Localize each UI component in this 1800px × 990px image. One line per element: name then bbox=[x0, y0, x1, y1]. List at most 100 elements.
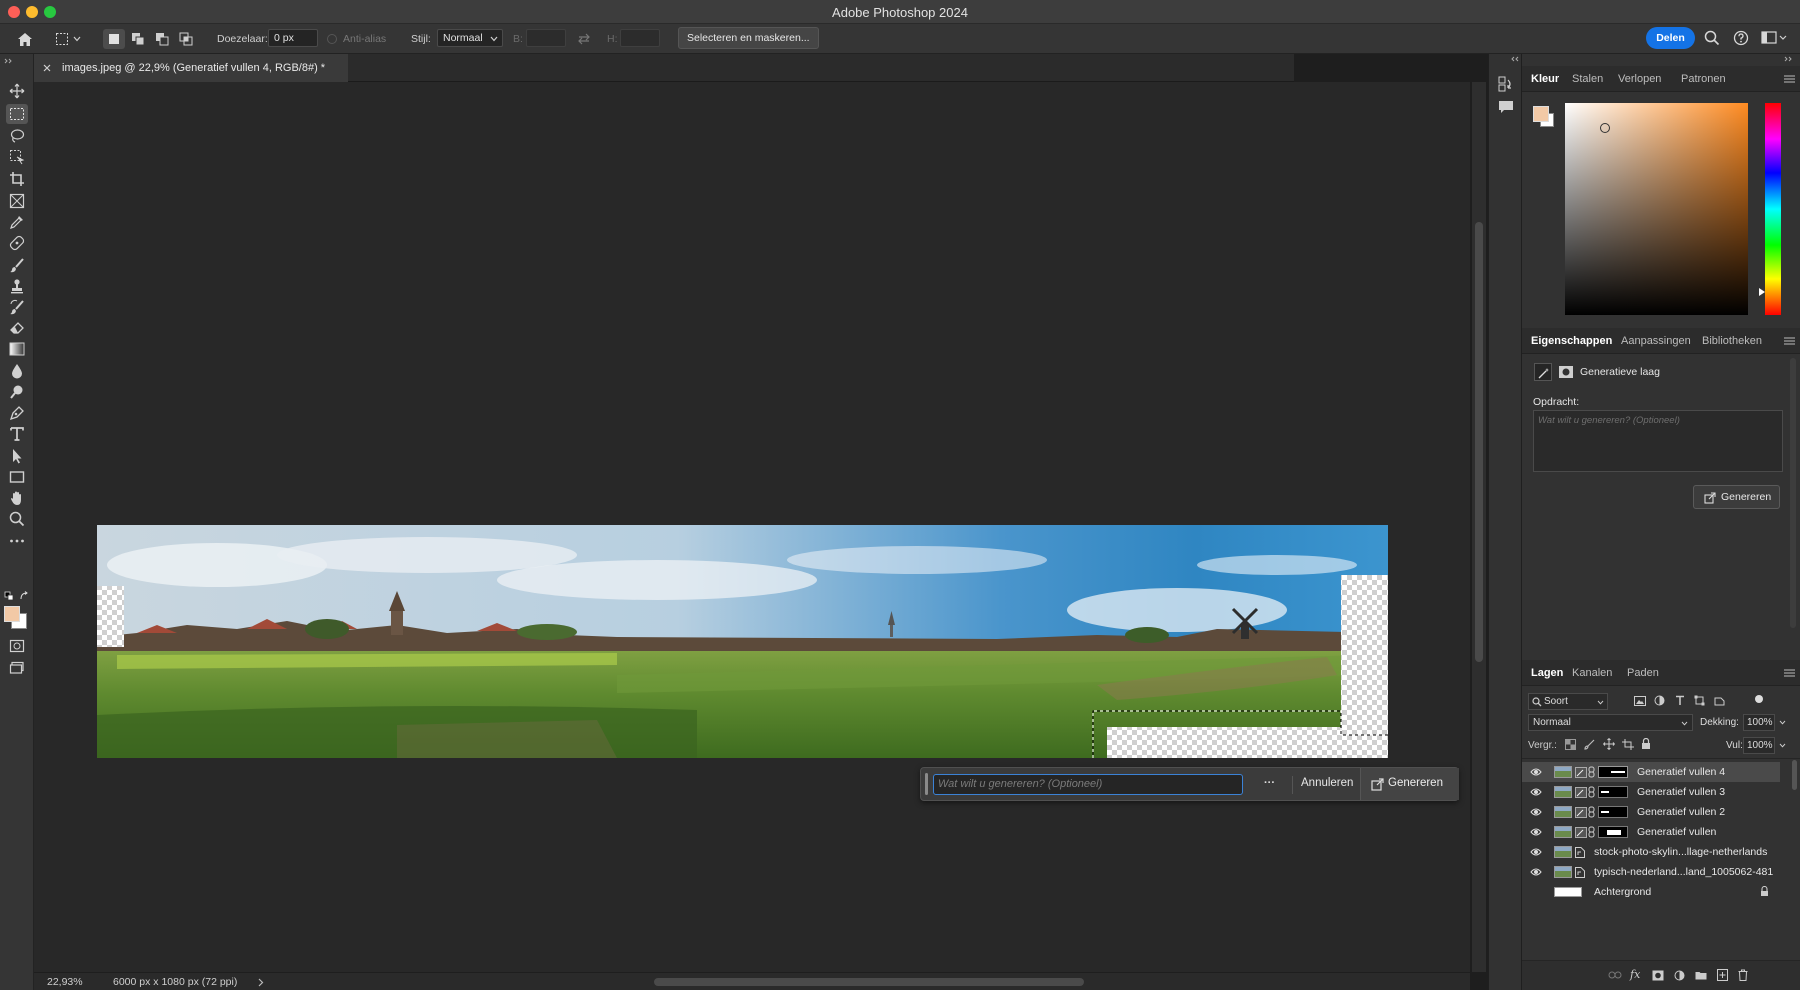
add-mask-icon[interactable] bbox=[1652, 970, 1664, 981]
subtract-selection-button[interactable] bbox=[151, 29, 173, 49]
color-picker-marker[interactable] bbox=[1600, 123, 1610, 133]
spot-healing-tool[interactable] bbox=[6, 233, 28, 253]
filter-type-icon[interactable] bbox=[1675, 695, 1685, 706]
panel-menu-icon[interactable] bbox=[1784, 669, 1795, 677]
dodge-tool[interactable] bbox=[6, 382, 28, 402]
vertical-scrollbar[interactable] bbox=[1472, 82, 1486, 972]
properties-generate-button[interactable]: Genereren bbox=[1693, 485, 1780, 509]
horizontal-scrollbar-thumb[interactable] bbox=[654, 978, 1084, 986]
eraser-tool[interactable] bbox=[6, 318, 28, 338]
layer-row-achtergrond[interactable]: Achtergrond bbox=[1522, 882, 1780, 902]
chevron-right-icon[interactable] bbox=[258, 978, 264, 987]
properties-scrollbar[interactable] bbox=[1790, 358, 1796, 628]
eye-icon[interactable] bbox=[1530, 867, 1542, 877]
lock-all-icon[interactable] bbox=[1641, 738, 1651, 750]
color-field[interactable] bbox=[1565, 103, 1748, 315]
antialias-checkbox[interactable] bbox=[327, 34, 337, 44]
help-icon[interactable] bbox=[1733, 30, 1749, 46]
layer-mask-thumbnail[interactable] bbox=[1598, 806, 1628, 818]
default-colors-icon[interactable] bbox=[4, 591, 14, 601]
style-select[interactable]: Normaal bbox=[437, 29, 503, 47]
pen-tool[interactable] bbox=[6, 403, 28, 423]
add-selection-button[interactable] bbox=[127, 29, 149, 49]
new-layer-icon[interactable] bbox=[1717, 969, 1728, 981]
home-button[interactable] bbox=[12, 28, 38, 50]
clone-stamp-tool[interactable] bbox=[6, 276, 28, 296]
lock-position-icon[interactable] bbox=[1603, 738, 1615, 750]
link-icon[interactable] bbox=[1588, 806, 1595, 818]
layer-row-generatief-vullen[interactable]: Generatief vullen bbox=[1522, 822, 1780, 842]
rectangle-tool[interactable] bbox=[6, 467, 28, 487]
share-button[interactable]: Delen bbox=[1646, 27, 1695, 49]
properties-prompt-input[interactable]: Wat wilt u genereren? (Optioneel) bbox=[1533, 410, 1783, 472]
layer-mask-thumbnail[interactable] bbox=[1598, 766, 1628, 778]
chevron-down-icon[interactable] bbox=[1779, 720, 1786, 725]
filter-smart-object-icon[interactable] bbox=[1714, 695, 1725, 706]
opacity-input[interactable]: 100% bbox=[1743, 714, 1775, 731]
layer-row-generatief-vullen-4[interactable]: Generatief vullen 4 bbox=[1522, 762, 1780, 782]
layer-row-typisch-nederland[interactable]: typisch-nederland...land_1005062-481 bbox=[1522, 862, 1780, 882]
filter-pixel-icon[interactable] bbox=[1634, 696, 1646, 706]
swap-colors-icon[interactable] bbox=[19, 591, 29, 601]
zoom-tool[interactable] bbox=[6, 509, 28, 529]
collapse-dock-icon[interactable] bbox=[1784, 56, 1794, 62]
generative-layer-button[interactable] bbox=[1534, 363, 1552, 381]
layer-row-generatief-vullen-2[interactable]: Generatief vullen 2 bbox=[1522, 802, 1780, 822]
tab-layers[interactable]: Lagen bbox=[1526, 667, 1568, 688]
tab-properties[interactable]: Eigenschappen bbox=[1526, 335, 1617, 356]
chevron-down-icon[interactable] bbox=[1779, 743, 1786, 748]
canvas-area[interactable]: Wat wilt u genereren? (Optioneel) ··· An… bbox=[34, 82, 1486, 972]
tab-patterns[interactable]: Patronen bbox=[1681, 73, 1726, 85]
lock-artboard-icon[interactable] bbox=[1622, 739, 1634, 750]
generate-prompt-input[interactable]: Wat wilt u genereren? (Optioneel) bbox=[933, 774, 1243, 795]
layers-scrollbar[interactable] bbox=[1792, 760, 1797, 790]
new-selection-button[interactable] bbox=[103, 29, 125, 49]
comments-panel-icon[interactable] bbox=[1498, 100, 1514, 114]
screen-mode-button[interactable] bbox=[6, 658, 28, 678]
new-group-icon[interactable] bbox=[1695, 970, 1707, 980]
lasso-tool[interactable] bbox=[6, 126, 28, 146]
type-tool[interactable] bbox=[6, 424, 28, 444]
history-brush-tool[interactable] bbox=[6, 297, 28, 317]
blur-tool[interactable] bbox=[6, 361, 28, 381]
eye-icon[interactable] bbox=[1530, 847, 1542, 857]
eye-icon[interactable] bbox=[1530, 767, 1542, 777]
eyedropper-tool[interactable] bbox=[6, 212, 28, 232]
swap-dimensions-icon[interactable] bbox=[577, 32, 591, 46]
frame-tool[interactable] bbox=[6, 191, 28, 211]
gradient-tool[interactable] bbox=[6, 339, 28, 359]
color-panel-foreground-swatch[interactable] bbox=[1533, 106, 1549, 122]
layer-filter-select[interactable]: Soort bbox=[1528, 693, 1608, 710]
layer-mask-icon[interactable] bbox=[1558, 365, 1574, 379]
link-icon[interactable] bbox=[1588, 786, 1595, 798]
layer-row-stock-photo[interactable]: stock-photo-skylin...llage-netherlands bbox=[1522, 842, 1780, 862]
tab-swatches[interactable]: Stalen bbox=[1572, 73, 1603, 85]
quick-mask-button[interactable] bbox=[6, 636, 28, 656]
more-options-button[interactable]: ··· bbox=[1264, 777, 1275, 789]
document-tab[interactable]: images.jpeg @ 22,9% (Generatief vullen 4… bbox=[34, 54, 348, 82]
crop-tool[interactable] bbox=[6, 169, 28, 189]
feather-input[interactable]: 0 px bbox=[268, 29, 318, 47]
eye-toggle-empty[interactable] bbox=[1530, 886, 1542, 898]
eye-icon[interactable] bbox=[1530, 827, 1542, 837]
adjustment-layer-icon[interactable] bbox=[1674, 970, 1685, 981]
eye-icon[interactable] bbox=[1530, 807, 1542, 817]
taskbar-drag-handle[interactable] bbox=[925, 773, 928, 795]
filter-toggle[interactable] bbox=[1755, 695, 1763, 703]
width-input[interactable] bbox=[526, 29, 566, 47]
tab-color[interactable]: Kleur bbox=[1526, 73, 1564, 94]
canvas-image[interactable] bbox=[97, 525, 1388, 758]
link-icon[interactable] bbox=[1588, 826, 1595, 838]
hand-tool[interactable] bbox=[6, 488, 28, 508]
lock-transparent-icon[interactable] bbox=[1565, 739, 1576, 750]
fill-input[interactable]: 100% bbox=[1743, 737, 1775, 754]
layer-style-icon[interactable]: fx bbox=[1630, 968, 1640, 981]
rectangular-marquee-tool[interactable] bbox=[6, 104, 28, 124]
zoom-level[interactable]: 22,93% bbox=[47, 976, 83, 988]
tab-libraries[interactable]: Bibliotheken bbox=[1702, 335, 1762, 347]
history-panel-icon[interactable] bbox=[1498, 76, 1514, 92]
select-and-mask-button[interactable]: Selecteren en maskeren... bbox=[678, 27, 819, 49]
vertical-scrollbar-thumb[interactable] bbox=[1475, 222, 1483, 662]
foreground-color-swatch[interactable] bbox=[4, 606, 20, 622]
layer-row-generatief-vullen-3[interactable]: Generatief vullen 3 bbox=[1522, 782, 1780, 802]
